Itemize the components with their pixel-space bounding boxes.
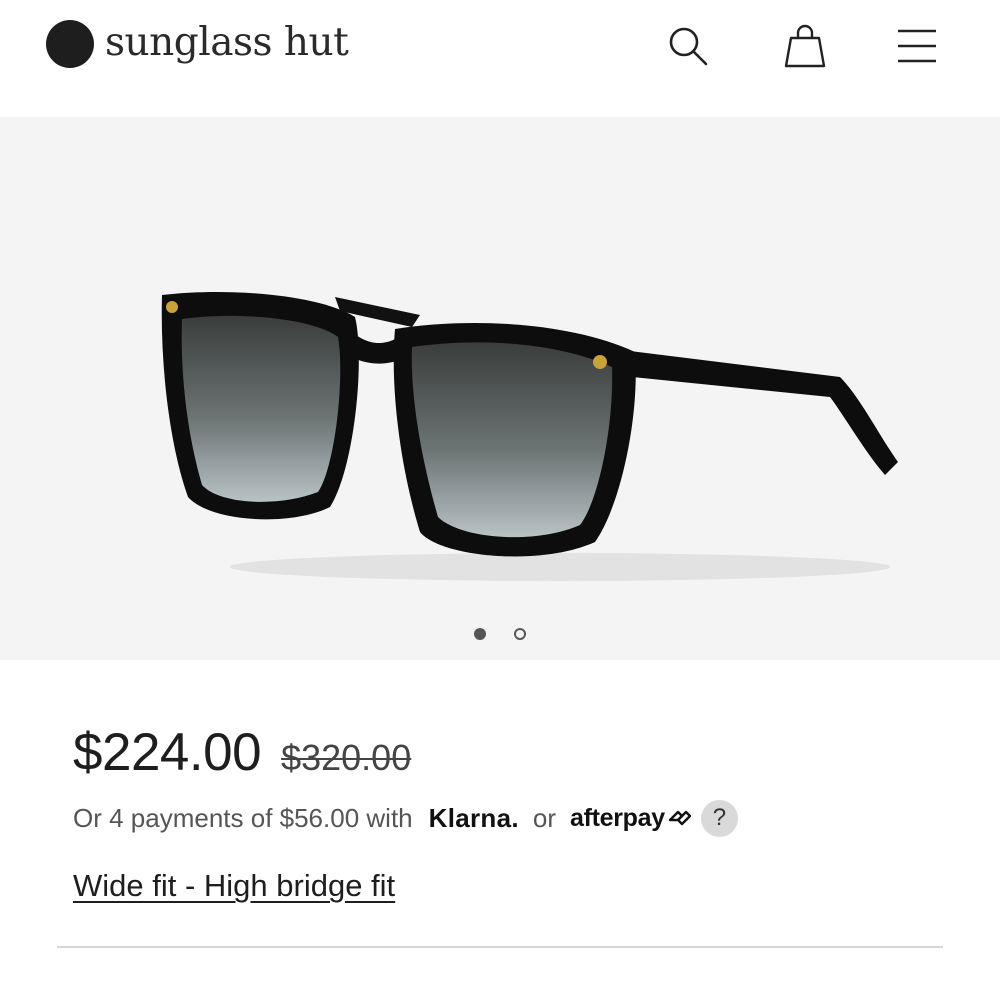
sunglass-hut-logo[interactable]: sunglass hut: [46, 19, 349, 68]
payments-text: Or 4 payments of $56.00 with: [73, 802, 413, 833]
payment-help-button[interactable]: ?: [700, 799, 738, 837]
original-price: $320.00: [281, 737, 412, 778]
search-button[interactable]: [664, 22, 712, 70]
current-price: $224.00: [73, 723, 262, 782]
fit-info-link[interactable]: Wide fit - High bridge fit: [73, 868, 395, 904]
installment-payments: Or 4 payments of $56.00 with Klarna. or …: [73, 798, 738, 838]
search-icon: [669, 27, 708, 66]
menu-icon: [898, 29, 936, 63]
afterpay-arrows-icon: [668, 810, 692, 826]
cart-button[interactable]: [781, 22, 829, 70]
product-image[interactable]: [140, 267, 920, 587]
shopping-bag-icon: [784, 24, 826, 68]
product-gallery[interactable]: [0, 117, 1000, 660]
klarna-logo[interactable]: Klarna.: [429, 803, 519, 834]
afterpay-label: afterpay: [570, 803, 665, 832]
carousel-dot-1[interactable]: [474, 628, 486, 640]
logo-dot-icon: [46, 20, 94, 68]
menu-button[interactable]: [893, 22, 941, 70]
or-text: or: [532, 802, 556, 833]
site-header: sunglass hut: [0, 0, 1000, 117]
section-divider: [57, 946, 943, 948]
carousel-pagination: [0, 628, 1000, 640]
carousel-dot-2[interactable]: [514, 628, 526, 640]
afterpay-logo[interactable]: afterpay: [570, 804, 693, 833]
brand-name: sunglass hut: [105, 19, 349, 65]
price-row: $224.00 $320.00: [73, 722, 411, 783]
